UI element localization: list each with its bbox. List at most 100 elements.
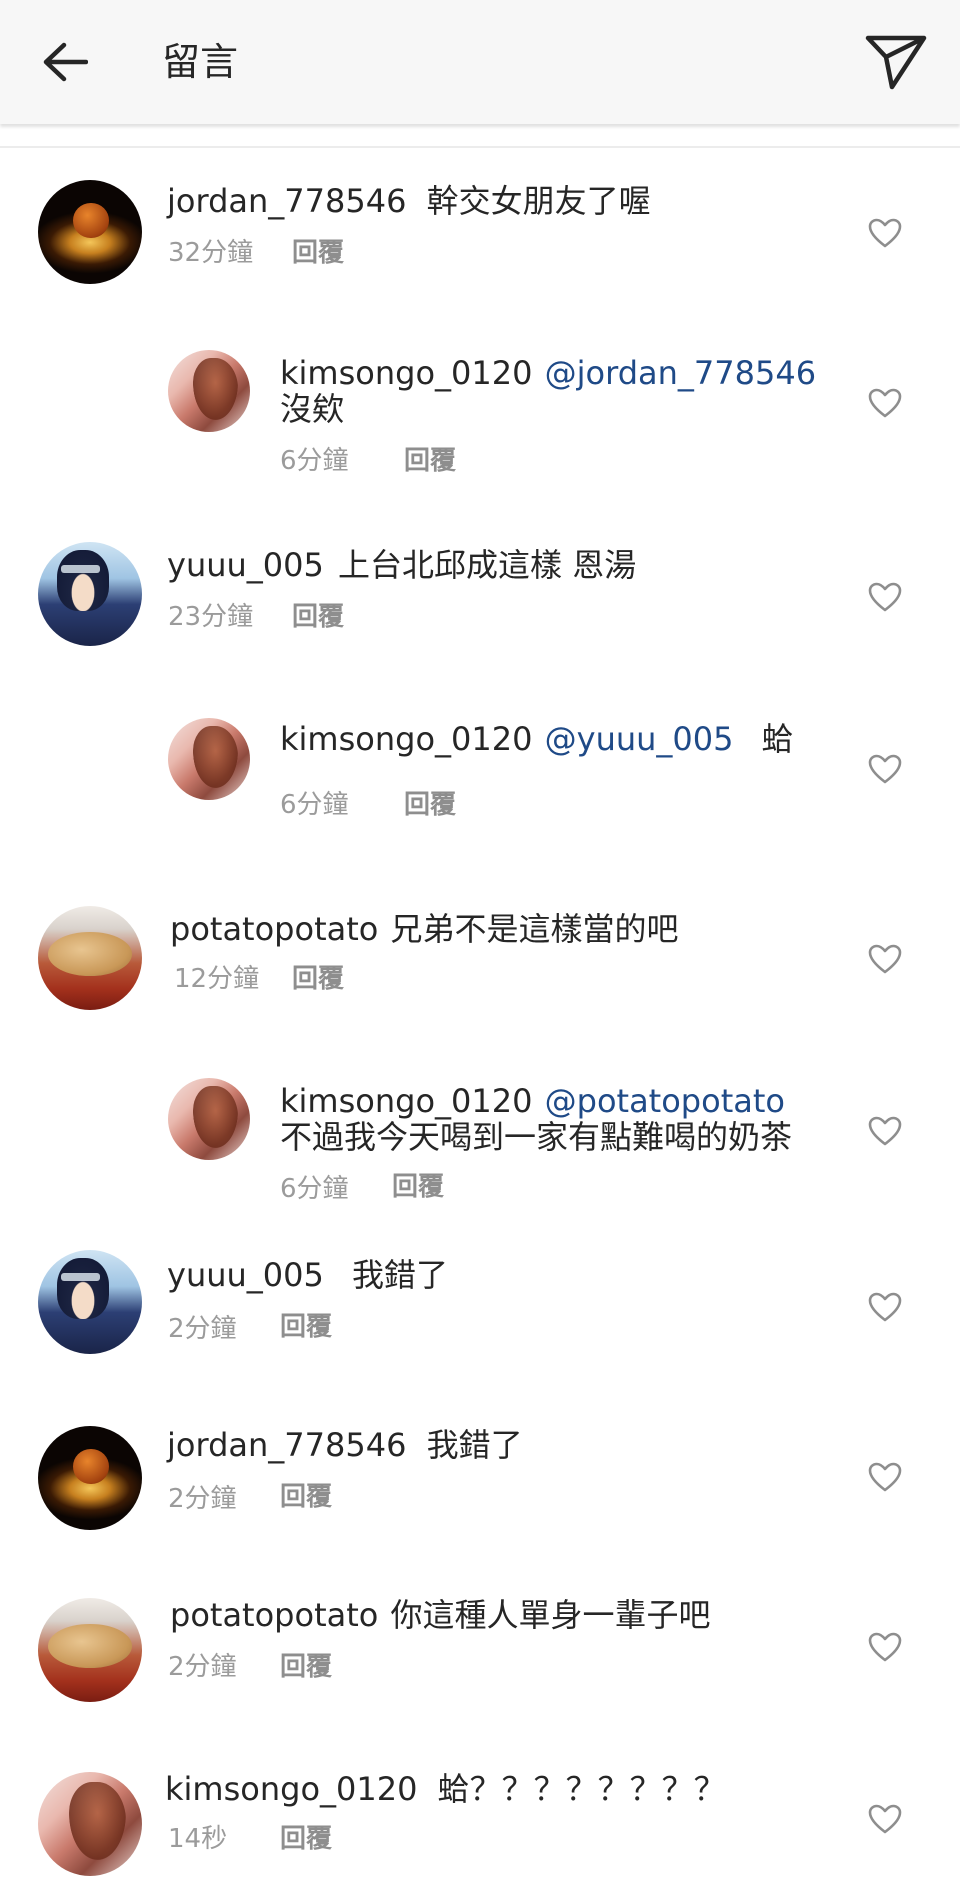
reply-button[interactable]: 回覆 xyxy=(404,444,456,478)
comment-text: kimsongo_0120 @jordan_778546 xyxy=(280,354,816,392)
heart-outline-icon xyxy=(868,754,902,784)
heart-outline-icon xyxy=(868,582,902,612)
like-button[interactable] xyxy=(864,1628,906,1666)
arrow-left-icon xyxy=(43,42,88,82)
heart-outline-icon xyxy=(868,1292,902,1322)
avatar[interactable] xyxy=(38,1598,142,1702)
comment-timestamp: 2分鐘 xyxy=(168,1314,237,1344)
comment-username[interactable]: kimsongo_0120 xyxy=(280,354,532,392)
top-bar: 留言 xyxy=(0,0,960,124)
comment-username[interactable]: jordan_778546 xyxy=(167,1426,406,1464)
comment-text: yuuu_005 我錯了 xyxy=(167,1256,448,1294)
reply-button[interactable]: 回覆 xyxy=(292,236,344,270)
avatar[interactable] xyxy=(38,1772,142,1876)
comment-timestamp: 6分鐘 xyxy=(280,1174,349,1204)
like-button[interactable] xyxy=(864,1288,906,1326)
heart-outline-icon xyxy=(868,1116,902,1146)
like-button[interactable] xyxy=(864,1112,906,1150)
comment-timestamp: 6分鐘 xyxy=(280,790,349,820)
back-button[interactable] xyxy=(30,30,100,94)
heart-outline-icon xyxy=(868,1632,902,1662)
comment-username[interactable]: kimsongo_0120 xyxy=(280,1082,532,1120)
reply-button[interactable]: 回覆 xyxy=(292,600,344,634)
comment-body: 蛤 xyxy=(761,720,794,758)
comment-timestamp: 2分鐘 xyxy=(168,1652,237,1682)
reply-button[interactable]: 回覆 xyxy=(280,1480,332,1514)
kim-avatar-graphic xyxy=(192,1086,238,1148)
headband-graphic xyxy=(60,564,101,574)
like-button[interactable] xyxy=(864,1458,906,1496)
comment-timestamp: 6分鐘 xyxy=(280,446,349,476)
comment-text: yuuu_005 上台北邱成這樣 恩湯 xyxy=(167,546,636,584)
avatar[interactable] xyxy=(38,180,142,284)
avatar[interactable] xyxy=(168,350,250,432)
share-button[interactable] xyxy=(860,26,932,98)
reply-button[interactable]: 回覆 xyxy=(404,788,456,822)
reply-button[interactable]: 回覆 xyxy=(280,1310,332,1344)
reply-button[interactable]: 回覆 xyxy=(292,962,344,996)
heart-outline-icon xyxy=(868,1462,902,1492)
comment-body: 沒欸 xyxy=(280,390,345,428)
comment-body: 不過我今天喝到一家有點難喝的奶茶 xyxy=(280,1118,793,1156)
comment-username[interactable]: jordan_778546 xyxy=(167,182,406,220)
heart-outline-icon xyxy=(868,388,902,418)
comment-text: potatopotato 兄弟不是這樣當的吧 xyxy=(170,910,679,948)
comment-text: potatopotato 你這種人單身一輩子吧 xyxy=(170,1596,711,1634)
heart-outline-icon xyxy=(868,1804,902,1834)
avatar[interactable] xyxy=(38,906,142,1010)
reply-button[interactable]: 回覆 xyxy=(392,1170,444,1204)
comment-text: kimsongo_0120 @yuuu_005 蛤 xyxy=(280,720,794,758)
avatar[interactable] xyxy=(168,1078,250,1160)
anime-avatar-graphic xyxy=(56,1258,109,1319)
like-button[interactable] xyxy=(864,940,906,978)
potato-avatar-graphic xyxy=(48,932,132,976)
like-button[interactable] xyxy=(864,750,906,788)
comment-body: 蛤？？？？？？？？ xyxy=(437,1770,726,1808)
comment-timestamp: 14秒 xyxy=(168,1824,228,1854)
like-button[interactable] xyxy=(864,384,906,422)
comment-timestamp: 32分鐘 xyxy=(168,238,254,268)
headband-graphic xyxy=(60,1272,101,1282)
anime-avatar-graphic xyxy=(56,550,109,611)
comment-body: 兄弟不是這樣當的吧 xyxy=(390,910,679,948)
comment-timestamp: 2分鐘 xyxy=(168,1484,237,1514)
comment-username[interactable]: yuuu_005 xyxy=(167,546,324,584)
kim-avatar-graphic xyxy=(192,358,238,420)
comment-body: 幹交女朋友了喔 xyxy=(426,182,651,220)
like-button[interactable] xyxy=(864,214,906,252)
comment-text: kimsongo_0120 蛤？？？？？？？？ xyxy=(165,1770,726,1808)
comment-username[interactable]: kimsongo_0120 xyxy=(280,720,532,758)
avatar[interactable] xyxy=(38,1426,142,1530)
avatar[interactable] xyxy=(38,1250,142,1354)
like-button[interactable] xyxy=(864,1800,906,1838)
avatar[interactable] xyxy=(38,542,142,646)
comment-text: jordan_778546 幹交女朋友了喔 xyxy=(167,182,651,220)
comment-body: 上台北邱成這樣 恩湯 xyxy=(338,546,637,584)
comment-username[interactable]: kimsongo_0120 xyxy=(165,1770,417,1808)
comment-timestamp: 23分鐘 xyxy=(168,602,254,632)
avatar[interactable] xyxy=(168,718,250,800)
reply-button[interactable]: 回覆 xyxy=(280,1650,332,1684)
comment-body: 我錯了 xyxy=(352,1256,449,1294)
potato-avatar-graphic xyxy=(48,1624,132,1668)
kim-avatar-graphic xyxy=(192,726,238,788)
heart-outline-icon xyxy=(868,218,902,248)
comment-username[interactable]: yuuu_005 xyxy=(167,1256,324,1294)
basketball-avatar-graphic xyxy=(73,202,109,239)
like-button[interactable] xyxy=(864,578,906,616)
comment-mention[interactable]: @potatopotato xyxy=(545,1082,785,1120)
comment-body: 你這種人單身一輩子吧 xyxy=(390,1596,711,1634)
reply-button[interactable]: 回覆 xyxy=(280,1822,332,1856)
comment-username[interactable]: potatopotato xyxy=(170,1596,378,1634)
heart-outline-icon xyxy=(868,944,902,974)
comment-mention[interactable]: @jordan_778546 xyxy=(545,354,816,392)
paper-plane-icon xyxy=(865,35,927,90)
comment-text: kimsongo_0120 @potatopotato xyxy=(280,1082,785,1120)
comment-username[interactable]: potatopotato xyxy=(170,910,378,948)
comment-mention[interactable]: @yuuu_005 xyxy=(545,720,734,758)
page-title: 留言 xyxy=(162,40,239,84)
comment-text: jordan_778546 我錯了 xyxy=(167,1426,523,1464)
comment-timestamp: 12分鐘 xyxy=(174,964,260,994)
comment-body: 我錯了 xyxy=(426,1426,523,1464)
basketball-avatar-graphic xyxy=(73,1448,109,1485)
